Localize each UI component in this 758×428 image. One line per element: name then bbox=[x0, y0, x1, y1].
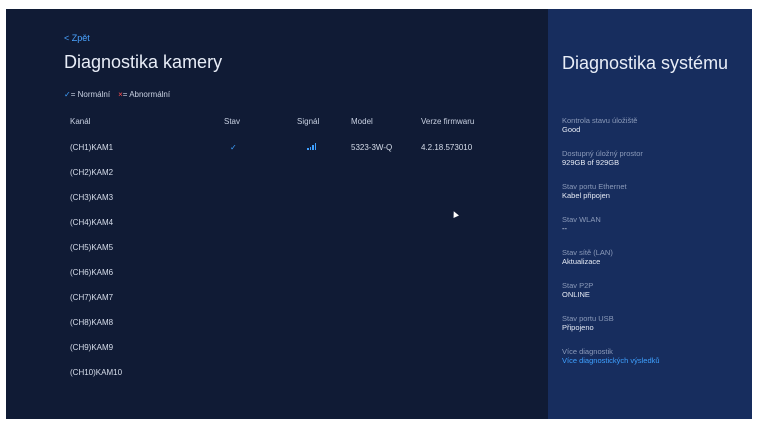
channel-name: (CH10)KAM10 bbox=[70, 368, 123, 377]
column-header-model: Model bbox=[351, 117, 373, 126]
item-label: Stav P2P bbox=[562, 281, 594, 290]
channel-name: (CH1)KAM1 bbox=[70, 143, 114, 152]
legend-normal-label: = Normální bbox=[70, 90, 111, 99]
signal-cell bbox=[297, 143, 316, 153]
channel-name: (CH9)KAM9 bbox=[70, 343, 114, 352]
column-header-channel: Kanál bbox=[70, 117, 91, 126]
table-row[interactable]: (CH7)KAM7 bbox=[0, 293, 542, 318]
item-value: Připojeno bbox=[562, 323, 594, 332]
more-diagnostics-item: Více diagnostik Více diagnostických výsl… bbox=[562, 347, 742, 380]
firmware-value: 4.2.18.573010 bbox=[421, 143, 473, 152]
item-label: Stav WLAN bbox=[562, 215, 601, 224]
channel-name: (CH8)KAM8 bbox=[70, 318, 114, 327]
item-label: Stav portu Ethernet bbox=[562, 182, 627, 191]
table-row[interactable]: (CH2)KAM2 bbox=[0, 168, 542, 193]
table-row[interactable]: (CH10)KAM10 bbox=[0, 368, 542, 393]
column-header-status: Stav bbox=[224, 117, 241, 126]
item-label: Stav portu USB bbox=[562, 314, 614, 323]
back-link[interactable]: < Zpět bbox=[64, 33, 90, 43]
channel-name: (CH4)KAM4 bbox=[70, 218, 114, 227]
table-row[interactable]: (CH3)KAM3 bbox=[0, 193, 542, 218]
item-value: Good bbox=[562, 125, 581, 134]
item-label: Dostupný úložný prostor bbox=[562, 149, 643, 158]
table-row[interactable]: (CH1)KAM1 ✓ 5323-3W-Q 4.2.18.573010 bbox=[0, 143, 542, 168]
table-row[interactable]: (CH4)KAM4 bbox=[0, 218, 542, 243]
check-icon: ✓ bbox=[64, 90, 71, 99]
table-row[interactable]: (CH9)KAM9 bbox=[0, 343, 542, 368]
p2p-status-item: Stav P2P ONLINE bbox=[562, 281, 742, 314]
signal-bars-icon bbox=[307, 143, 316, 150]
model-value: 5323-3W-Q bbox=[351, 143, 393, 152]
status-legend: ✓= Normální ×= Abnormální bbox=[64, 90, 170, 99]
system-status-list: Kontrola stavu úložiště Good Dostupný úl… bbox=[562, 116, 742, 380]
item-value: Kabel připojen bbox=[562, 191, 610, 200]
table-row[interactable]: (CH8)KAM8 bbox=[0, 318, 542, 343]
system-title: Diagnostika systému bbox=[562, 53, 729, 73]
check-icon: ✓ bbox=[230, 143, 237, 152]
legend-abnormal: ×= Abnormální bbox=[118, 90, 170, 99]
item-value: Aktualizace bbox=[562, 257, 601, 266]
usb-status-item: Stav portu USB Připojeno bbox=[562, 314, 742, 347]
wlan-status-item: Stav WLAN -- bbox=[562, 215, 742, 248]
item-value: -- bbox=[562, 224, 567, 233]
storage-space-item: Dostupný úložný prostor 929GB of 929GB bbox=[562, 149, 742, 182]
lan-status-item: Stav sítě (LAN) Aktualizace bbox=[562, 248, 742, 281]
item-label: Více diagnostik bbox=[562, 347, 613, 356]
column-header-signal: Signál bbox=[297, 117, 320, 126]
storage-health-item: Kontrola stavu úložiště Good bbox=[562, 116, 742, 149]
more-diagnostics-link[interactable]: Více diagnostických výsledků bbox=[562, 356, 742, 365]
channel-name: (CH6)KAM6 bbox=[70, 268, 114, 277]
item-value: ONLINE bbox=[562, 290, 590, 299]
channel-name: (CH2)KAM2 bbox=[70, 168, 114, 177]
item-value: 929GB of 929GB bbox=[562, 158, 620, 167]
page-title: Diagnostika kamery bbox=[64, 52, 223, 72]
table-header: Kanál Stav Signál Model Verze firmwaru bbox=[0, 117, 542, 129]
item-label: Kontrola stavu úložiště bbox=[562, 116, 638, 125]
channel-name: (CH5)KAM5 bbox=[70, 243, 114, 252]
legend-normal: ✓= Normální bbox=[64, 90, 110, 99]
channel-name: (CH7)KAM7 bbox=[70, 293, 114, 302]
channel-name: (CH3)KAM3 bbox=[70, 193, 114, 202]
legend-abnormal-label: = Abnormální bbox=[122, 90, 171, 99]
ethernet-status-item: Stav portu Ethernet Kabel připojen bbox=[562, 182, 742, 215]
column-header-firmware: Verze firmwaru bbox=[421, 117, 475, 126]
camera-table: (CH1)KAM1 ✓ 5323-3W-Q 4.2.18.573010 (CH2… bbox=[0, 143, 542, 393]
table-row[interactable]: (CH6)KAM6 bbox=[0, 268, 542, 293]
table-row[interactable]: (CH5)KAM5 bbox=[0, 243, 542, 268]
item-label: Stav sítě (LAN) bbox=[562, 248, 613, 257]
